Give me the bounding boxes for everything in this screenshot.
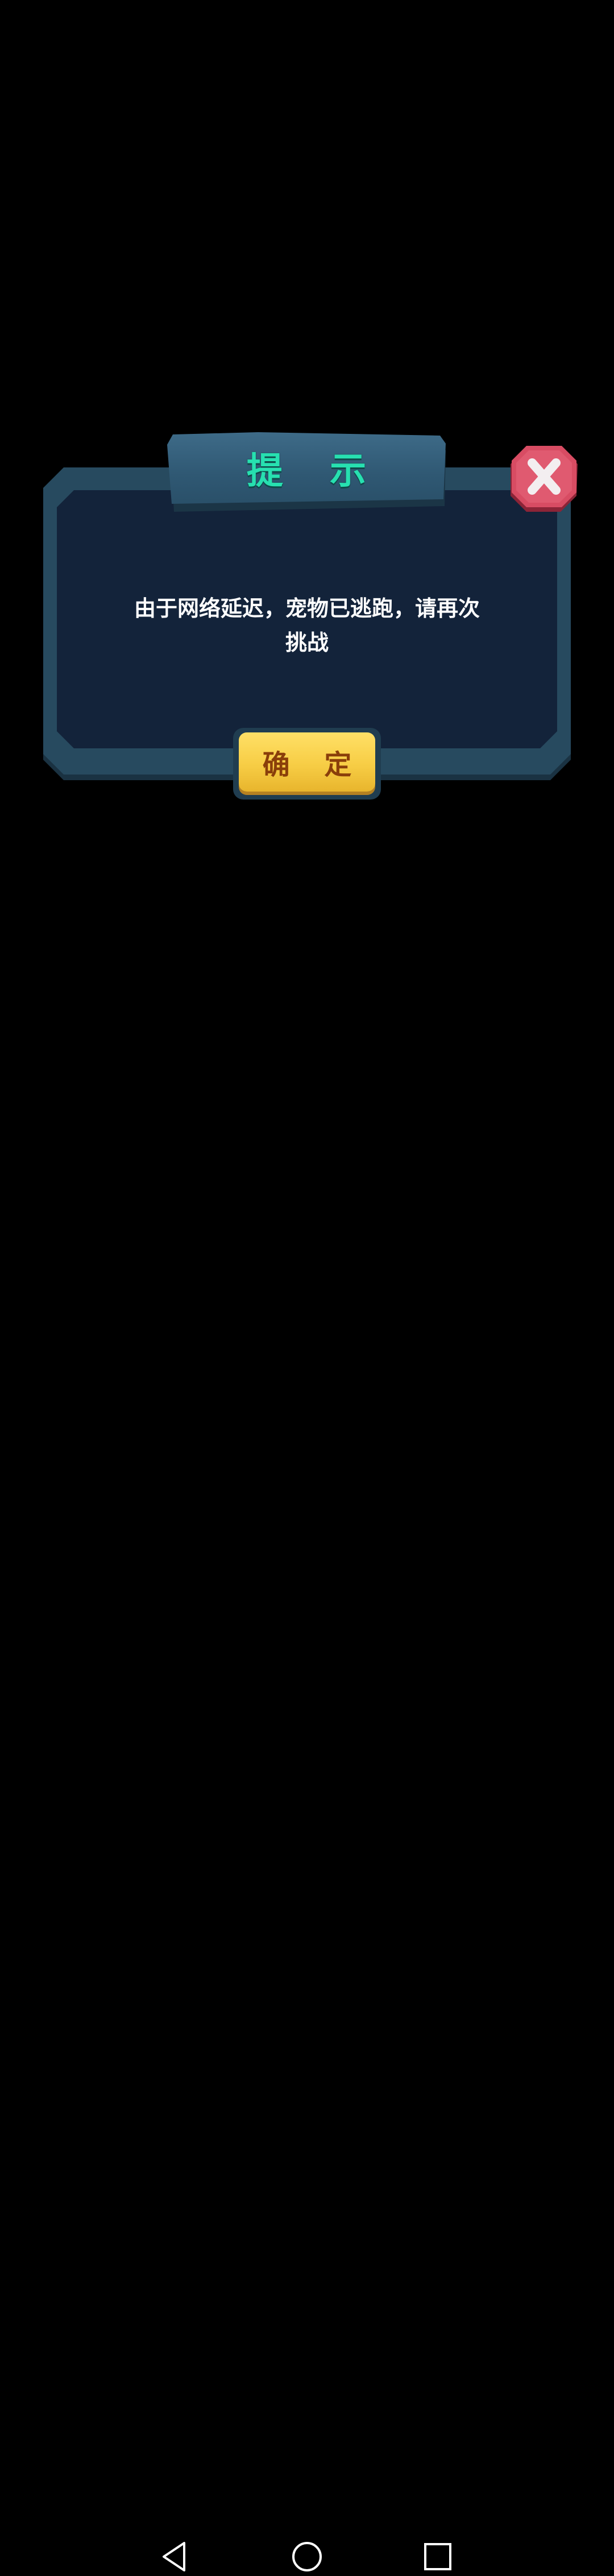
dialog-message-line2: 挑战	[285, 630, 329, 655]
close-button[interactable]	[509, 446, 579, 513]
system-navigation-bar	[0, 1262, 614, 2571]
back-triangle-icon	[163, 2542, 185, 2571]
recents-square-icon	[424, 2543, 451, 2570]
dialog-title: 提 示	[246, 450, 384, 492]
title-plaque: 提 示	[167, 432, 446, 504]
dialog-message: 由于网络延迟，宠物已逃跑，请再次 挑战	[102, 591, 512, 660]
back-button[interactable]	[158, 2540, 192, 2574]
close-icon	[511, 446, 578, 512]
dialog-message-line1: 由于网络延迟，宠物已逃跑，请再次	[134, 596, 480, 621]
home-button[interactable]	[290, 2540, 324, 2574]
confirm-button[interactable]: 确 定	[239, 732, 375, 792]
confirm-button-label: 确 定	[262, 749, 364, 781]
recents-button[interactable]	[421, 2540, 455, 2574]
home-circle-icon	[292, 2542, 322, 2571]
